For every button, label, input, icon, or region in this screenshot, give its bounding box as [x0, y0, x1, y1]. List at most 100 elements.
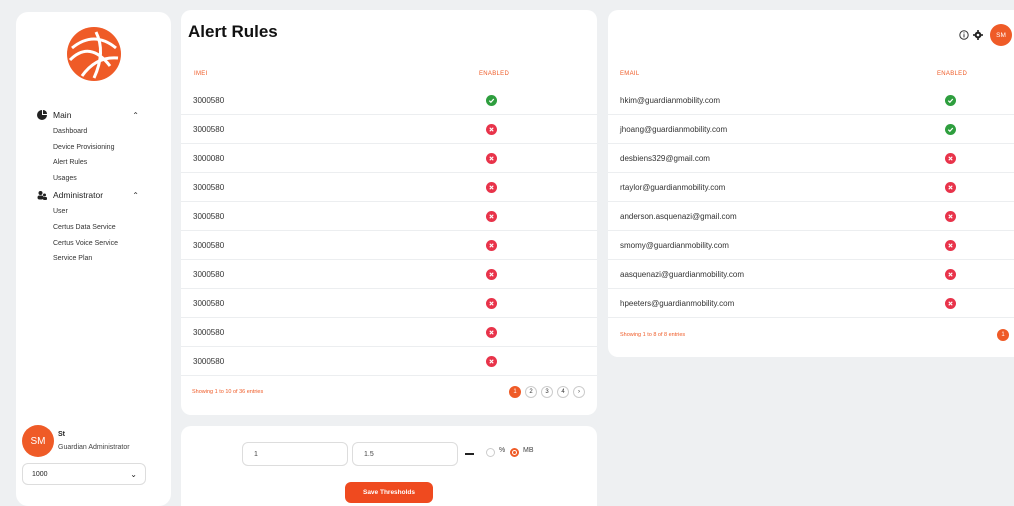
table-row[interactable]: smomy@guardianmobility.com [608, 231, 1014, 260]
sidebar-item-certus-data-service[interactable]: Certus Data Service [16, 220, 171, 236]
sidebar-item-device-provisioning[interactable]: Device Provisioning [16, 140, 171, 156]
table-row[interactable]: 3000580 [181, 260, 597, 289]
table-row[interactable]: 3000580 [181, 115, 597, 144]
imei-alert-table: IMEI ENABLED 3000580 3000580 3000080 300058… [181, 10, 597, 415]
email-cell: rtaylor@guardianmobility.com [620, 183, 726, 192]
page-button[interactable]: 4 [557, 386, 569, 398]
table-row[interactable]: jhoang@guardianmobility.com [608, 115, 1014, 144]
nav-group-main[interactable]: Main ⌃ [16, 106, 171, 124]
gear-icon[interactable] [973, 30, 983, 40]
unit-label-mb: MB [523, 447, 534, 454]
x-circle-icon[interactable] [945, 298, 956, 309]
page-button[interactable]: 1 [997, 329, 1009, 341]
x-circle-icon[interactable] [945, 269, 956, 280]
column-header-imei[interactable]: IMEI [194, 71, 208, 77]
page-button[interactable]: 3 [541, 386, 553, 398]
x-circle-icon[interactable] [486, 211, 497, 222]
users-icon [37, 191, 47, 201]
sidebar-item-service-plan[interactable]: Service Plan [16, 251, 171, 267]
x-circle-icon[interactable] [486, 153, 497, 164]
column-header-enabled[interactable]: ENABLED [479, 71, 509, 77]
unit-radio-mb[interactable] [510, 448, 519, 457]
table-row[interactable]: aasquenazi@guardianmobility.com [608, 260, 1014, 289]
table-row[interactable]: hkim@guardianmobility.com [608, 86, 1014, 115]
x-circle-icon[interactable] [486, 240, 497, 251]
chevron-down-icon: ⌄ [130, 469, 137, 479]
chevron-up-icon[interactable]: ⌃ [132, 111, 139, 120]
header-actions: SM [953, 20, 1014, 50]
sidebar-nav: Main ⌃ Dashboard Device Provisioning Ale… [16, 106, 171, 267]
table-info: Showing 1 to 8 of 8 entries [620, 332, 686, 338]
range-separator [465, 453, 474, 455]
header-avatar[interactable]: SM [990, 24, 1012, 46]
unit-label-percent: % [499, 447, 506, 454]
sidebar-item-dashboard[interactable]: Dashboard [16, 124, 171, 140]
imei-cell: 3000580 [193, 212, 225, 221]
table-row[interactable]: 3000580 [181, 231, 597, 260]
x-circle-icon[interactable] [945, 240, 956, 251]
pie-chart-icon [37, 110, 47, 120]
x-circle-icon[interactable] [945, 182, 956, 193]
table-row[interactable]: anderson.asquenazi@gmail.com [608, 202, 1014, 231]
x-circle-icon[interactable] [486, 298, 497, 309]
sidebar-item-certus-voice-service[interactable]: Certus Voice Service [16, 236, 171, 252]
user-role: Guardian Administrator [58, 444, 130, 451]
x-circle-icon[interactable] [945, 211, 956, 222]
nav-group-administrator[interactable]: Administrator ⌃ [16, 186, 171, 204]
check-circle-icon[interactable] [486, 95, 497, 106]
nav-group-label: Administrator [53, 190, 104, 201]
imei-cell: 3000580 [193, 96, 225, 105]
save-thresholds-button[interactable]: Save Thresholds [345, 482, 433, 503]
column-header-email[interactable]: EMAIL [620, 71, 640, 77]
x-circle-icon[interactable] [486, 327, 497, 338]
x-circle-icon[interactable] [486, 269, 497, 280]
sidebar-user: SM St Guardian Administrator [22, 425, 152, 459]
page-title: Alert Rules [188, 22, 278, 41]
avatar[interactable]: SM [22, 425, 54, 457]
imei-cell: 3000580 [193, 241, 225, 250]
account-select[interactable]: 1000 ⌄ [22, 463, 146, 485]
sidebar-item-alert-rules[interactable]: Alert Rules [16, 155, 171, 171]
table-row[interactable]: 3000080 [181, 144, 597, 173]
email-cell: hkim@guardianmobility.com [620, 96, 721, 105]
check-circle-icon[interactable] [945, 124, 956, 135]
table-info: Showing 1 to 10 of 36 entries [192, 389, 264, 395]
page-button[interactable]: 1 [509, 386, 521, 398]
imei-cell: 3000580 [193, 183, 225, 192]
sidebar-item-user[interactable]: User [16, 204, 171, 220]
threshold-max-input[interactable]: 1.5 [352, 442, 458, 466]
email-cell: desbiens329@gmail.com [620, 154, 710, 163]
table-row[interactable]: 3000580 [181, 86, 597, 115]
email-cell: aasquenazi@guardianmobility.com [620, 270, 745, 279]
account-select-value: 1000 [32, 470, 48, 478]
next-page-button[interactable]: › [573, 386, 585, 398]
table-row[interactable]: rtaylor@guardianmobility.com [608, 173, 1014, 202]
x-circle-icon[interactable] [945, 153, 956, 164]
threshold-min-input[interactable]: 1 [242, 442, 348, 466]
x-circle-icon[interactable] [486, 124, 497, 135]
unit-radio-percent[interactable] [486, 448, 495, 457]
table-row[interactable]: 3000580 [181, 289, 597, 318]
chevron-up-icon[interactable]: ⌃ [132, 191, 139, 200]
email-cell: hpeeters@guardianmobility.com [620, 299, 735, 308]
table-row[interactable]: 3000580 [181, 173, 597, 202]
x-circle-icon[interactable] [486, 182, 497, 193]
nav-group-label: Main [53, 110, 72, 120]
page-button[interactable]: 2 [525, 386, 537, 398]
table-row[interactable]: 3000580 [181, 347, 597, 376]
threshold-form: 1 1.5 % MB Save Thresholds [181, 426, 597, 506]
table-row[interactable]: desbiens329@gmail.com [608, 144, 1014, 173]
info-icon[interactable] [959, 30, 969, 40]
user-name: St [58, 431, 65, 438]
email-cell: smomy@guardianmobility.com [620, 241, 729, 250]
sidebar-item-usages[interactable]: Usages [16, 171, 171, 187]
company-logo-icon [67, 27, 121, 81]
table-row[interactable]: 3000580 [181, 202, 597, 231]
x-circle-icon[interactable] [486, 356, 497, 367]
email-cell: anderson.asquenazi@gmail.com [620, 212, 737, 221]
check-circle-icon[interactable] [945, 95, 956, 106]
pagination: 1 [997, 329, 1009, 341]
table-row[interactable]: 3000580 [181, 318, 597, 347]
column-header-enabled[interactable]: ENABLED [937, 71, 967, 77]
table-row[interactable]: hpeeters@guardianmobility.com [608, 289, 1014, 318]
